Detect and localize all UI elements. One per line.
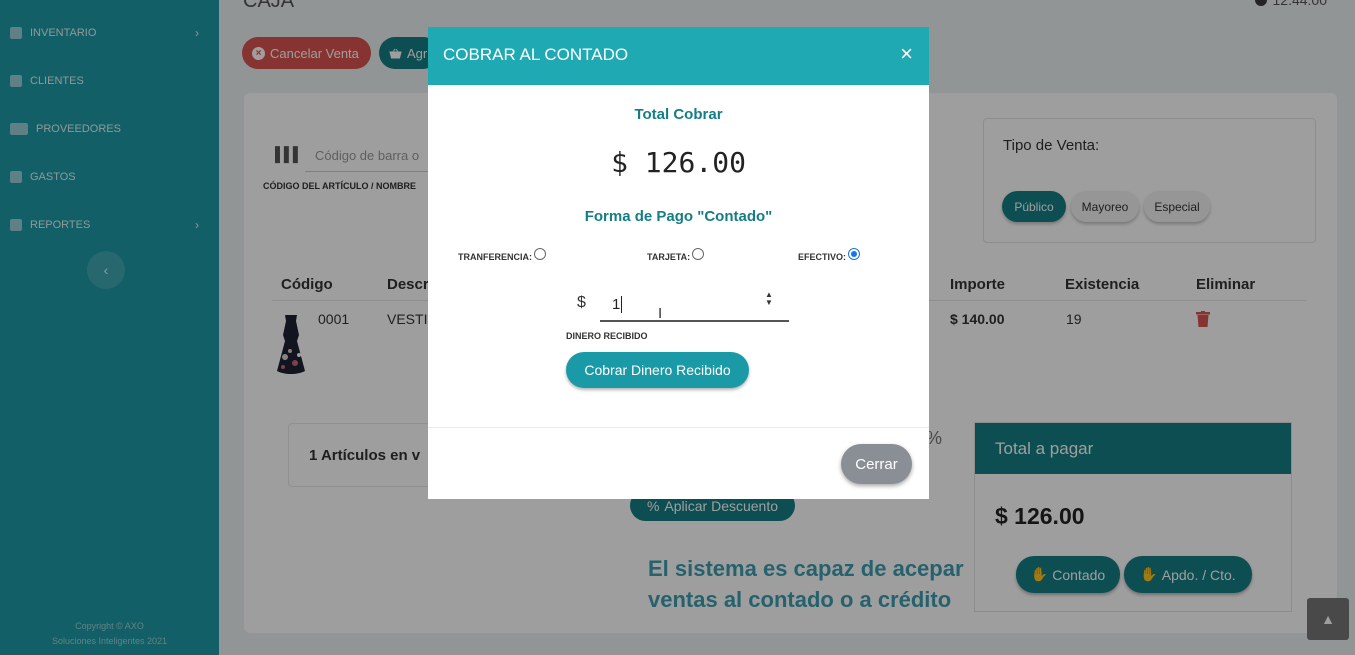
tarjeta-radio[interactable] <box>692 248 705 260</box>
close-icon[interactable]: × <box>900 43 913 65</box>
payment-option-tarjeta[interactable]: TARJETA: <box>647 248 705 263</box>
currency-symbol: $ <box>577 294 586 311</box>
dinero-recibido-input[interactable]: 1 ▲ ▼ <box>600 289 789 322</box>
input-value: 1 <box>612 296 621 313</box>
ibeam-cursor-icon: I <box>658 305 663 322</box>
forma-pago-label: Forma de Pago "Contado" <box>584 208 773 225</box>
transferencia-radio[interactable] <box>534 248 546 260</box>
modal-amount: $ 126.00 <box>611 146 746 179</box>
modal-footer-divider <box>428 427 929 428</box>
efectivo-radio[interactable] <box>848 248 861 260</box>
cobrar-modal: COBRAR AL CONTADO × Total Cobrar $ 126.0… <box>428 27 929 499</box>
total-cobrar-label: Total Cobrar <box>634 106 723 123</box>
text-caret <box>621 296 623 313</box>
payment-option-label: TRANFERENCIA: <box>458 252 532 262</box>
payment-option-label: TARJETA: <box>647 252 691 262</box>
dinero-recibido-label: DINERO RECIBIDO <box>566 331 648 341</box>
payment-option-label: EFECTIVO: <box>798 252 847 262</box>
number-spinner[interactable]: ▲ ▼ <box>765 291 773 307</box>
cobrar-dinero-button[interactable]: Cobrar Dinero Recibido <box>566 352 749 388</box>
modal-header: COBRAR AL CONTADO × <box>428 27 929 85</box>
payment-option-transferencia[interactable]: TRANFERENCIA: <box>458 248 546 263</box>
close-button[interactable]: Cerrar <box>841 444 912 484</box>
modal-title: COBRAR AL CONTADO <box>443 45 629 64</box>
payment-option-efectivo[interactable]: EFECTIVO: <box>798 248 861 263</box>
